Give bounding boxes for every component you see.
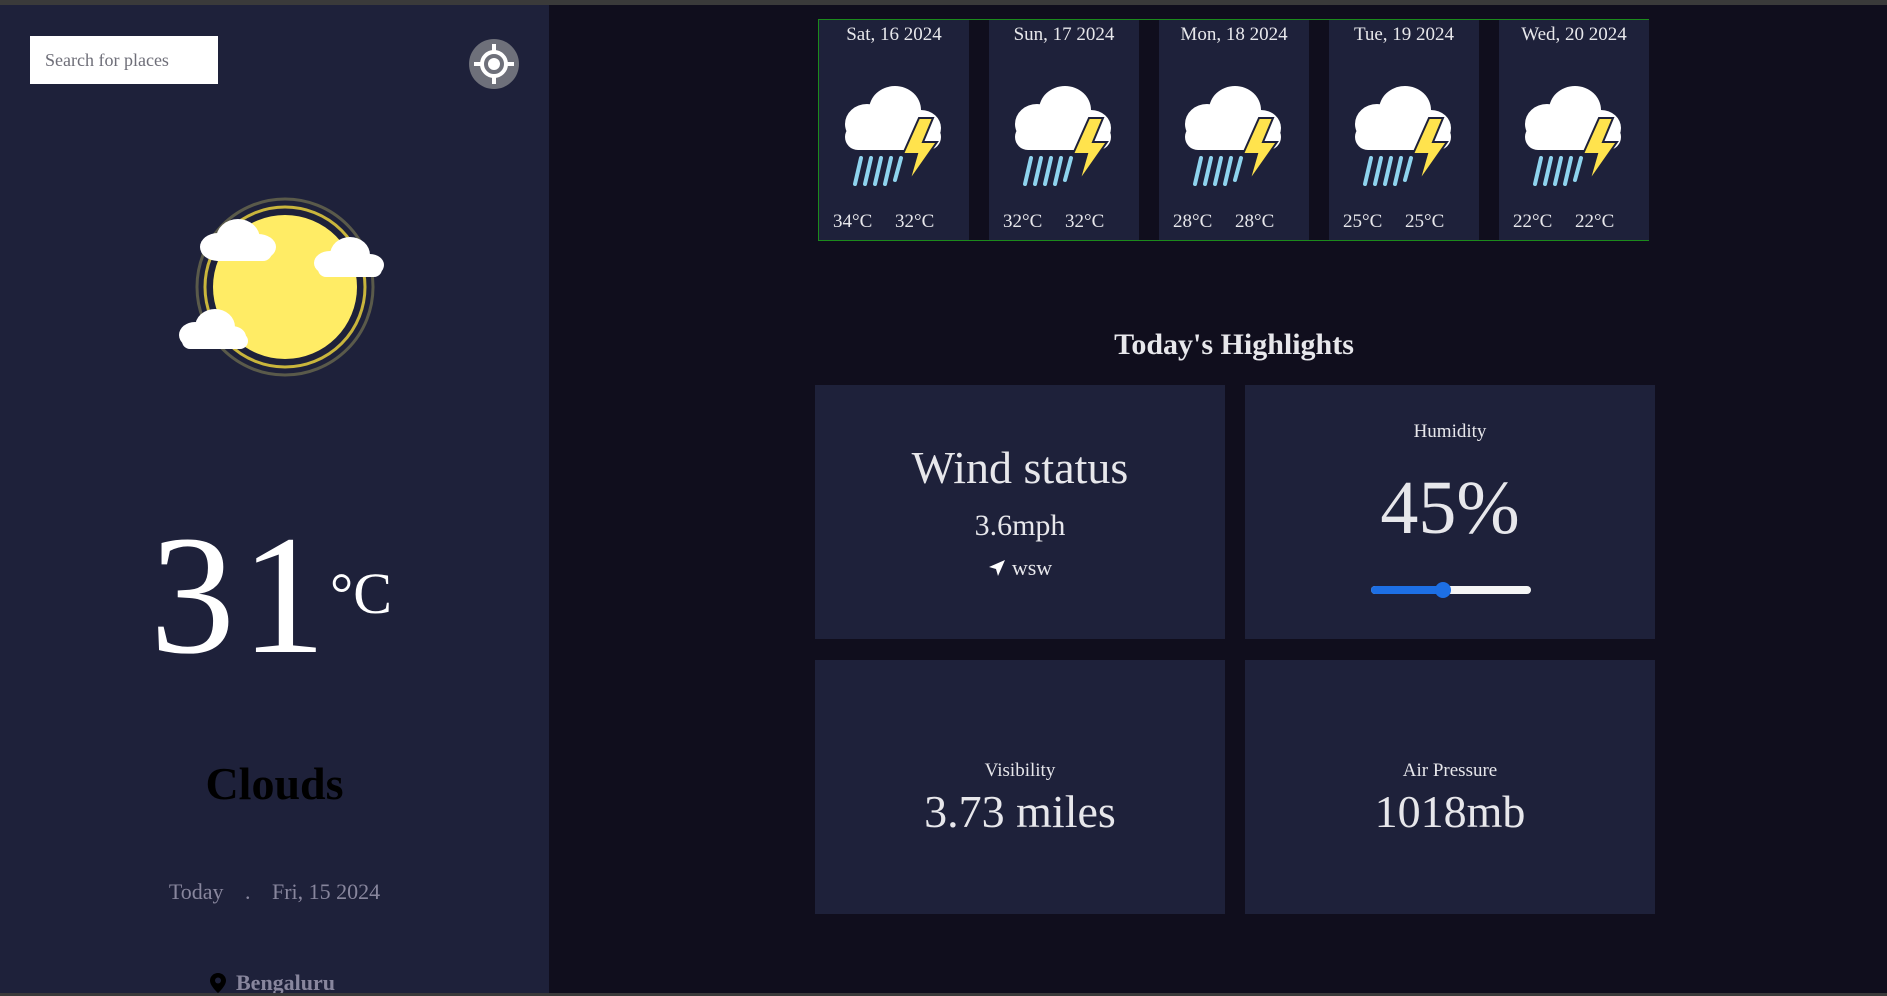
humidity-value: 45% <box>1380 466 1520 550</box>
wind-status-label: Wind status <box>911 442 1129 493</box>
forecast-date: Tue, 19 2024 <box>1353 24 1455 45</box>
forecast-min-temp: 32°C <box>895 211 935 232</box>
forecast-strip: Sat, 16 2024 34°C 32°C Sun, 17 2024 32°C… <box>818 19 1649 241</box>
humidity-slider[interactable] <box>1371 582 1531 598</box>
thunderstorm-rain-icon <box>1353 84 1453 186</box>
current-date-row: Today . Fri, 15 2024 <box>0 879 549 905</box>
wind-direction-text: wsw <box>1011 555 1053 580</box>
forecast-day-card: Tue, 19 2024 25°C 25°C <box>1329 20 1479 240</box>
map-pin-icon <box>210 973 226 993</box>
crosshair-gps-icon <box>474 44 514 84</box>
date-separator: . <box>244 879 251 904</box>
forecast-min-temp: 25°C <box>1405 211 1445 232</box>
current-date: Fri, 15 2024 <box>271 879 381 904</box>
visibility-card: Visibility 3.73 miles <box>815 660 1225 914</box>
forecast-date: Mon, 18 2024 <box>1180 24 1288 45</box>
wind-status-card: Wind status 3.6mph wsw <box>815 385 1225 639</box>
humidity-slider-knob[interactable] <box>1435 582 1451 598</box>
forecast-max-temp: 22°C <box>1513 211 1553 232</box>
highlights-title: Today's Highlights <box>1114 328 1354 361</box>
air-pressure-card: Air Pressure 1018mb <box>1245 660 1655 914</box>
air-pressure-value: 1018mb <box>1374 786 1526 837</box>
forecast-date: Sun, 17 2024 <box>1013 24 1115 45</box>
temperature-unit: °C <box>330 561 392 626</box>
navigation-arrow-icon <box>988 560 1005 576</box>
wind-speed-value: 3.6mph <box>974 509 1066 542</box>
forecast-day-card: Mon, 18 2024 28°C 28°C <box>1159 20 1309 240</box>
humidity-card: Humidity 45% <box>1245 385 1655 639</box>
thunderstorm-rain-icon <box>1013 84 1113 186</box>
current-temperature: 31 <box>150 501 332 689</box>
visibility-label: Visibility <box>984 760 1056 781</box>
weather-condition: Clouds <box>205 758 344 809</box>
visibility-value: 3.73 miles <box>924 786 1116 837</box>
forecast-day-card: Sun, 17 2024 32°C 32°C <box>989 20 1139 240</box>
forecast-max-temp: 34°C <box>833 211 873 232</box>
forecast-max-temp: 25°C <box>1343 211 1383 232</box>
forecast-date: Sat, 16 2024 <box>846 24 942 45</box>
current-weather-sidebar: 31 °C Clouds Today . Fri, 15 2024 Bengal… <box>0 5 549 995</box>
search-input[interactable] <box>30 36 218 84</box>
thunderstorm-rain-icon <box>1183 84 1283 186</box>
forecast-max-temp: 28°C <box>1173 211 1213 232</box>
date-prefix: Today <box>168 879 224 904</box>
humidity-slider-fill <box>1371 586 1443 594</box>
forecast-min-temp: 28°C <box>1235 211 1275 232</box>
forecast-day-card: Wed, 20 2024 22°C 22°C <box>1499 20 1649 240</box>
thunderstorm-rain-icon <box>843 84 943 186</box>
forecast-day-card: Sat, 16 2024 34°C 32°C <box>819 20 969 240</box>
air-pressure-label: Air Pressure <box>1402 760 1498 781</box>
wind-direction: wsw <box>815 555 1225 581</box>
locate-button[interactable] <box>469 39 519 89</box>
thunderstorm-rain-icon <box>1523 84 1623 186</box>
forecast-min-temp: 32°C <box>1065 211 1105 232</box>
humidity-label: Humidity <box>1413 421 1487 442</box>
forecast-date: Wed, 20 2024 <box>1521 24 1627 45</box>
sun-with-clouds-icon <box>179 197 384 377</box>
forecast-min-temp: 22°C <box>1575 211 1615 232</box>
forecast-max-temp: 32°C <box>1003 211 1043 232</box>
